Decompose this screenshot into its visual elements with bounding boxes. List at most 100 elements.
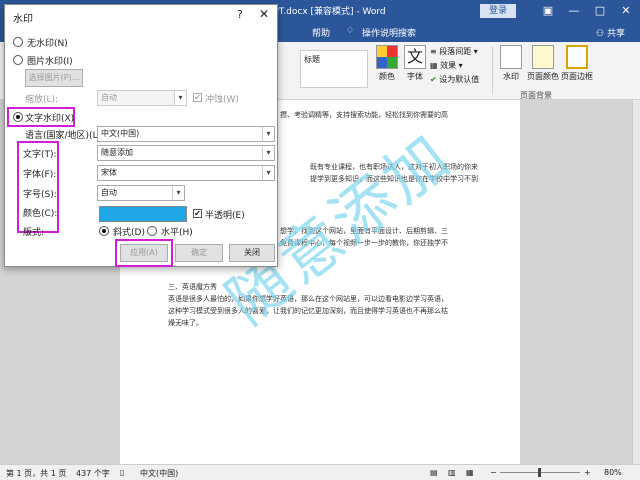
paragraph-spacing-button[interactable]: ≡ 段落间距 ▾ <box>430 46 478 57</box>
close-window-button[interactable]: ✕ <box>618 3 634 19</box>
layout-label: 版式: <box>23 228 45 238</box>
page-color-icon <box>532 45 554 69</box>
semitransparent-label[interactable]: 半透明(E) <box>205 208 245 221</box>
diagonal-label[interactable]: 斜式(D) <box>113 225 145 238</box>
semitransparent-checkbox[interactable]: ✔ <box>193 209 202 218</box>
language-select[interactable]: 中文(中国) ▾ <box>97 126 275 142</box>
doc-line: 这种学习模式受到很多人的喜爱，让我们的记忆更加深刻，而且使得学习英语也不再那么枯 <box>168 307 448 315</box>
check-icon: ✔ <box>430 75 437 84</box>
chevron-down-icon: ▾ <box>172 186 184 200</box>
spacing-icon: ≡ <box>430 47 437 56</box>
no-watermark-label[interactable]: 无水印(N) <box>27 36 68 49</box>
tab-help[interactable]: 帮助 <box>312 26 330 39</box>
page-borders-icon <box>566 45 588 69</box>
palette-icon <box>376 45 398 69</box>
share-button[interactable]: ⚇ 共享 <box>596 26 625 39</box>
font-label: 字体(F): <box>23 170 57 180</box>
paragraph-spacing-label: 段落间距 <box>439 47 472 56</box>
colors-button[interactable]: 颜色 <box>376 45 398 82</box>
web-layout-icon[interactable]: ▦ <box>466 468 474 477</box>
watermark-label: 水印 <box>503 72 519 81</box>
ribbon-display-icon[interactable]: ▣ <box>540 3 556 19</box>
share-label: 共享 <box>606 29 625 39</box>
print-layout-icon[interactable]: ▥ <box>448 468 456 477</box>
close-button[interactable]: 关闭 <box>229 244 275 262</box>
word-count[interactable]: 437 个字 <box>76 468 110 479</box>
window-title: PPT.docx [兼容模式] - Word <box>268 7 386 17</box>
restore-button[interactable]: □ <box>592 3 608 19</box>
doc-line: 攒、考验调精等，支持搜索功能，轻松找到你需要的高 <box>280 111 448 119</box>
status-bar: 第 1 页，共 1 页 437 个字 ▯ 中文(中国) ▤ ▥ ▦ − + 80… <box>0 464 640 480</box>
proofing-icon[interactable]: ▯ <box>120 468 124 477</box>
washout-checkbox[interactable]: ✔ <box>193 93 202 102</box>
watermark-button[interactable]: 水印 <box>498 45 524 82</box>
help-button[interactable]: ? <box>237 8 243 21</box>
horizontal-label[interactable]: 水平(H) <box>161 225 193 238</box>
watermark-dialog: 水印 ? ✕ 无水印(N) 图片水印(I) 选择图片(P)... 缩放(L): … <box>4 4 278 267</box>
fonts-icon: 文 <box>404 45 426 69</box>
scale-value: 自动 <box>101 93 117 102</box>
zoom-out-button[interactable]: − <box>490 468 497 477</box>
language-label: 语言(国家/地区)(L): <box>25 131 105 141</box>
ribbon-divider <box>492 46 493 94</box>
picture-watermark-label[interactable]: 图片水印(I) <box>27 54 73 67</box>
zoom-in-button[interactable]: + <box>584 468 591 477</box>
text-value: 随意添加 <box>101 148 133 157</box>
style-gallery[interactable]: 标题 <box>300 50 368 88</box>
tell-me-search[interactable]: 操作说明搜索 <box>362 26 416 39</box>
select-picture-button[interactable]: 选择图片(P)... <box>25 69 83 87</box>
fonts-label: 字体 <box>407 72 423 81</box>
language-status[interactable]: 中文(中国) <box>140 468 178 479</box>
effects-button[interactable]: ▦ 效果 ▾ <box>430 60 463 71</box>
zoom-slider-thumb[interactable] <box>538 468 541 477</box>
size-value: 自动 <box>101 188 117 197</box>
minimize-button[interactable]: — <box>566 3 582 19</box>
page-color-label: 页面颜色 <box>527 72 559 81</box>
chevron-down-icon: ▾ <box>262 146 274 160</box>
size-select[interactable]: 自动 ▾ <box>97 185 185 201</box>
text-input[interactable]: 随意添加 ▾ <box>97 145 275 161</box>
diagonal-radio[interactable] <box>99 226 109 236</box>
picture-watermark-radio[interactable] <box>13 55 23 65</box>
color-picker[interactable] <box>99 206 187 222</box>
size-label: 字号(S): <box>23 190 57 200</box>
person-icon: ⚇ <box>596 29 605 39</box>
effects-icon: ▦ <box>430 61 438 70</box>
read-mode-icon[interactable]: ▤ <box>430 468 438 477</box>
fonts-button[interactable]: 文 字体 <box>404 45 426 82</box>
watermark-icon <box>500 45 522 69</box>
ok-button[interactable]: 确定 <box>175 244 223 262</box>
doc-heading: 三、英语魔方秀 <box>168 283 217 291</box>
apply-button[interactable]: 应用(A) <box>120 244 168 262</box>
no-watermark-radio[interactable] <box>13 37 23 47</box>
scale-select[interactable]: 自动 ▾ <box>97 90 187 106</box>
style-gallery-label: 标题 <box>304 55 320 64</box>
font-select[interactable]: 宋体 ▾ <box>97 165 275 181</box>
login-button[interactable]: 登录 <box>480 4 516 18</box>
horizontal-radio[interactable] <box>147 226 157 236</box>
color-label: 颜色(C): <box>23 209 58 219</box>
zoom-level[interactable]: 80% <box>604 468 622 477</box>
set-default-button[interactable]: ✔ 设为默认值 <box>430 74 479 85</box>
dialog-close-icon[interactable]: ✕ <box>259 7 269 21</box>
effects-label: 效果 <box>440 61 457 70</box>
chevron-down-icon: ▾ <box>262 166 274 180</box>
dialog-title: 水印 <box>13 14 33 25</box>
page-borders-label: 页面边框 <box>561 72 593 81</box>
page-color-button[interactable]: 页面颜色 <box>526 45 560 82</box>
language-value: 中文(中国) <box>101 129 140 138</box>
page-borders-button[interactable]: 页面边框 <box>560 45 594 82</box>
text-watermark-label[interactable]: 文字水印(X) <box>25 111 74 124</box>
font-value: 宋体 <box>101 168 117 177</box>
text-label: 文字(T): <box>23 150 57 160</box>
chevron-down-icon: ▾ <box>174 91 186 105</box>
vertical-scrollbar[interactable] <box>632 100 640 464</box>
text-watermark-radio[interactable] <box>13 112 23 122</box>
scale-label: 缩放(L): <box>25 95 59 105</box>
washout-label[interactable]: 冲蚀(W) <box>205 92 239 105</box>
page-count[interactable]: 第 1 页，共 1 页 <box>6 468 66 479</box>
colors-label: 颜色 <box>379 72 395 81</box>
doc-line: 燥无味了。 <box>168 319 203 327</box>
lightbulb-icon: ♢ <box>346 26 355 36</box>
set-default-label: 设为默认值 <box>439 75 480 84</box>
